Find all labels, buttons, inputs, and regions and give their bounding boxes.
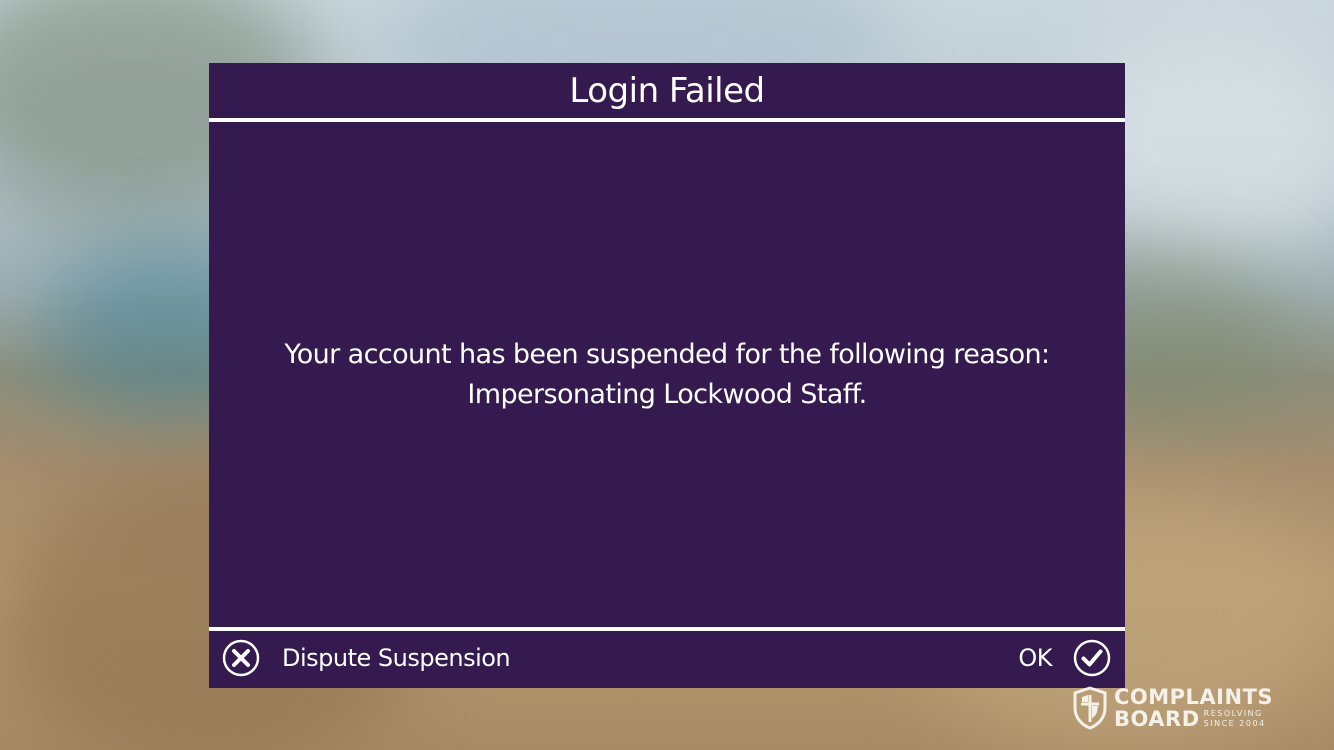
game-screen: Login Failed Your account has been suspe…: [0, 0, 1334, 750]
watermark-tagline-1: RESOLVING: [1203, 709, 1263, 718]
dispute-suspension-button[interactable]: Dispute Suspension: [222, 639, 511, 677]
watermark-title: COMPLAINTS: [1114, 684, 1274, 709]
shield-logo-icon: [1073, 686, 1107, 730]
ok-button[interactable]: OK: [1018, 639, 1111, 677]
ok-label: OK: [1018, 644, 1052, 672]
dispute-suspension-label: Dispute Suspension: [282, 644, 511, 672]
suspension-message: Your account has been suspended for the …: [209, 335, 1125, 415]
close-circle-icon: [222, 639, 260, 677]
complaints-board-watermark: COMPLAINTS BOARD RESOLVING SINCE 2004: [1072, 684, 1273, 732]
dialog-title: Login Failed: [569, 71, 765, 111]
message-line-1: Your account has been suspended for the …: [284, 339, 1050, 370]
watermark-subtitle: BOARD: [1114, 706, 1200, 731]
watermark-tagline-2: SINCE 2004: [1203, 719, 1266, 728]
title-divider: [209, 118, 1125, 122]
login-failed-dialog: Login Failed Your account has been suspe…: [209, 63, 1125, 688]
check-circle-icon: [1073, 639, 1111, 677]
watermark-tagline: RESOLVING SINCE 2004: [1204, 709, 1266, 729]
message-line-2: Impersonating Lockwood Staff.: [467, 379, 867, 410]
footer-divider: [209, 627, 1125, 631]
